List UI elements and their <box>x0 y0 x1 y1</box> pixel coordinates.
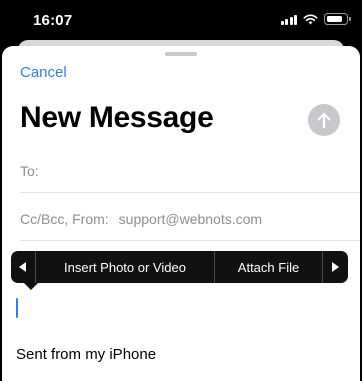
battery-icon <box>324 13 351 25</box>
cellular-signal-icon <box>280 14 297 25</box>
send-button[interactable] <box>308 104 340 136</box>
edit-menu: Insert Photo or Video Attach File <box>11 251 348 290</box>
menu-right-arrow-button[interactable] <box>323 251 347 283</box>
text-cursor <box>16 298 18 318</box>
triangle-right-icon <box>332 262 339 272</box>
status-icons <box>280 13 351 25</box>
from-address-value[interactable]: support@webnots.com <box>119 211 262 227</box>
triangle-left-icon <box>19 262 26 272</box>
status-bar: 16:07 <box>0 0 362 40</box>
menu-attach-file[interactable]: Attach File <box>215 251 322 283</box>
cc-bcc-from-field[interactable]: Cc/Bcc, From: support@webnots.com <box>20 197 360 241</box>
cc-bcc-from-label: Cc/Bcc, From: <box>20 210 109 227</box>
signature-text[interactable]: Sent from my iPhone <box>16 346 156 363</box>
battery-level <box>326 15 342 22</box>
to-field[interactable]: To: <box>20 149 360 193</box>
menu-insert-photo-video[interactable]: Insert Photo or Video <box>36 251 214 283</box>
menu-left-arrow-button[interactable] <box>11 251 35 283</box>
sheet-grabber[interactable] <box>165 52 197 56</box>
compose-sheet: Cancel New Message To: Cc/Bcc, From: sup… <box>2 46 360 381</box>
arrow-up-icon <box>317 112 331 128</box>
status-time: 16:07 <box>33 12 73 29</box>
wifi-icon <box>303 14 318 24</box>
cancel-button[interactable]: Cancel <box>20 64 67 81</box>
menu-pointer <box>24 283 38 290</box>
compose-title: New Message <box>20 101 214 134</box>
to-label: To: <box>20 162 39 179</box>
